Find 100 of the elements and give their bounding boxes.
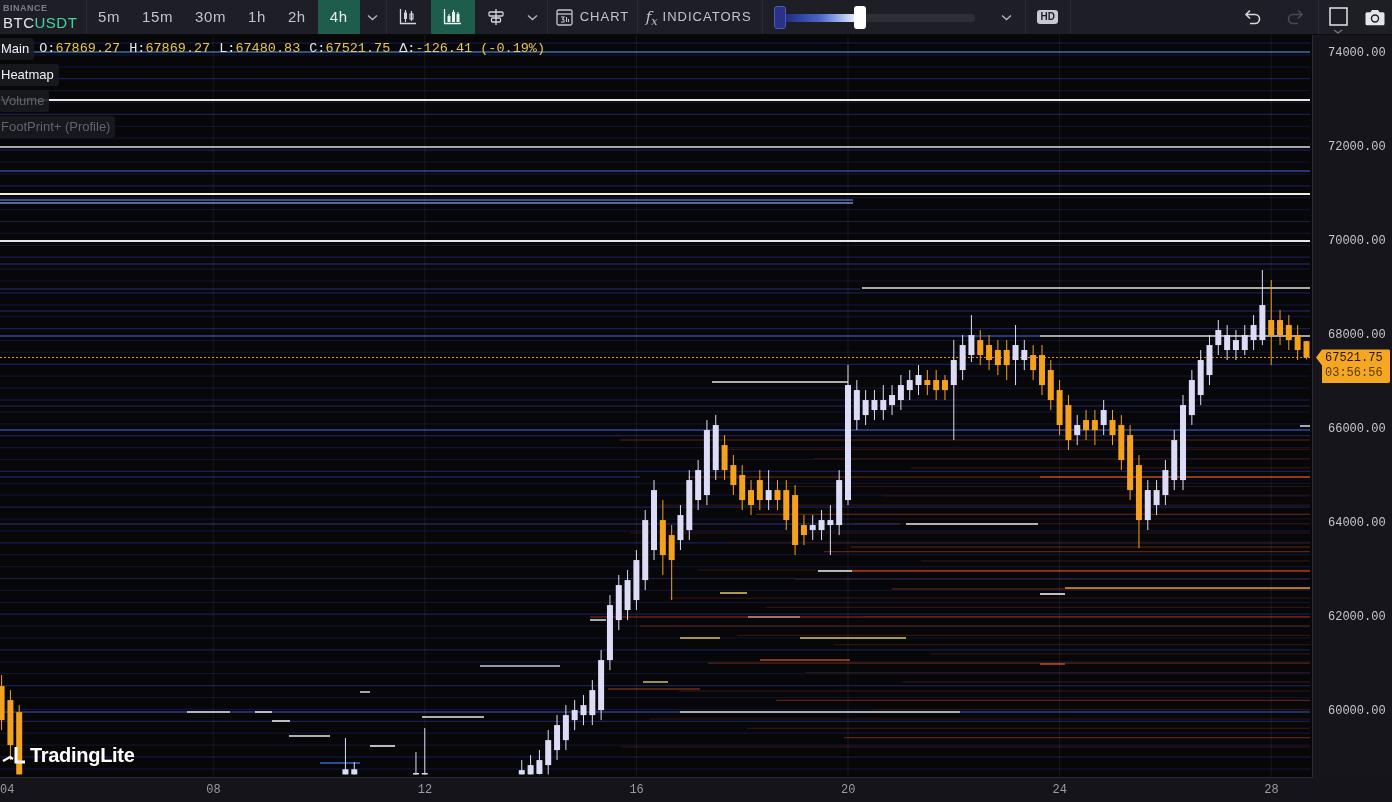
falling-candle [924, 369, 931, 396]
price-label: 70000.00 [1328, 234, 1386, 248]
falling-candle [783, 479, 790, 531]
timeframe-tab[interactable]: 5m [88, 0, 131, 34]
falling-candle [1294, 324, 1301, 361]
timeframe-tab[interactable]: 1h [238, 0, 276, 34]
rising-candle [624, 569, 631, 621]
camera-icon [1364, 8, 1385, 26]
timeframe-tab[interactable]: 30m [185, 0, 236, 34]
timeframe-tab[interactable]: 15m [132, 0, 184, 34]
layer-label[interactable]: Main [0, 38, 35, 60]
logo-text: TradingLite [30, 743, 135, 768]
rising-candle [906, 369, 913, 401]
falling-candle [1065, 394, 1072, 451]
exchange-label: BINANCE [3, 2, 48, 13]
rising-candle [853, 379, 860, 431]
rising-candle [633, 549, 640, 611]
timeframe-tab[interactable]: 4h [317, 0, 360, 34]
rising-candle [1171, 429, 1178, 491]
rising-candle [1153, 479, 1160, 516]
square-icon [1328, 6, 1348, 26]
countdown-timer: 03:56:56 [1325, 366, 1384, 382]
indicators-button[interactable]: f$_{x}$ INDICATORS [637, 0, 762, 34]
hd-toggle[interactable]: HD [1037, 10, 1058, 24]
falling-candle [1109, 409, 1116, 446]
chart-style-button[interactable] [430, 0, 475, 34]
rising-candle [880, 384, 887, 421]
price-label: 62000.00 [1328, 609, 1386, 624]
price-label: 66000.00 [1328, 422, 1386, 436]
slider-handle[interactable] [773, 5, 786, 29]
logo-icon [2, 745, 28, 765]
rising-candle [615, 574, 622, 631]
falling-candle [1039, 344, 1045, 396]
rising-candle [1188, 369, 1195, 426]
rising-candle [1250, 314, 1257, 351]
price-label: 74000.00 [1328, 46, 1386, 60]
current-price-label: 67521.75 [1325, 351, 1384, 367]
rising-candle [827, 504, 834, 556]
falling-candle [1047, 359, 1054, 411]
falling-candle [1303, 340, 1310, 360]
rising-candle [862, 389, 869, 426]
falling-candle [1118, 414, 1125, 471]
function-icon: f$_{x}$ [645, 9, 658, 25]
rising-candle [1241, 324, 1248, 356]
rising-candle [536, 749, 543, 775]
ohlc-value: O:67869.27 [39, 39, 121, 58]
rising-candle [871, 389, 878, 421]
rising-candle [1162, 459, 1169, 506]
falling-candle [1003, 339, 1010, 381]
rising-candle [571, 699, 578, 731]
rising-candle [836, 469, 843, 536]
candlestick-icon [399, 8, 419, 26]
falling-candle [730, 454, 737, 496]
falling-candle [739, 464, 746, 511]
symbol-label[interactable]: BTCUSDT [3, 12, 78, 32]
price-label: 72000.00 [1328, 140, 1386, 154]
ohlc-value: L:67480.83 [219, 39, 301, 58]
rising-candle [580, 694, 587, 726]
slider-handle[interactable] [853, 5, 866, 29]
price-label: 60000.00 [1328, 703, 1386, 718]
rising-candle [412, 751, 419, 775]
date-label: 08 [206, 783, 221, 797]
rising-candle [1197, 349, 1204, 406]
falling-candle [774, 479, 781, 511]
rising-candle [968, 314, 975, 363]
rising-candle [351, 761, 358, 775]
falling-candle [977, 329, 984, 366]
rising-candle [342, 737, 349, 775]
date-label: 12 [417, 783, 433, 797]
rising-candle [959, 334, 966, 381]
calendar-icon [555, 8, 573, 26]
rising-candle [1144, 479, 1151, 531]
timeframe-tab[interactable]: 2h [277, 0, 316, 34]
rising-candle [518, 759, 525, 775]
rising-candle [1012, 324, 1019, 386]
chevron-down-icon [527, 13, 539, 21]
falling-candle [1030, 344, 1037, 381]
chart-button[interactable]: CHART [547, 0, 637, 34]
horizontal-bars-icon [487, 8, 507, 26]
price-label: 64000.00 [1328, 516, 1386, 530]
rising-candle [712, 414, 719, 481]
rising-candle [915, 364, 922, 396]
rising-candle [818, 509, 825, 541]
price-label: 68000.00 [1328, 328, 1386, 342]
falling-candle [7, 689, 14, 761]
rising-candle [1021, 339, 1028, 371]
rising-candle [1100, 399, 1107, 436]
date-label: 04 [0, 783, 15, 797]
ohlc-value: Δ:-126.41 (-0.19%) [399, 39, 546, 58]
rising-candle [686, 469, 693, 541]
falling-candle [16, 704, 23, 775]
falling-candle [0, 674, 5, 731]
rising-candle [545, 729, 552, 775]
chevron-down-icon [1001, 13, 1013, 21]
date-label: 24 [1052, 783, 1067, 797]
falling-candle [721, 434, 728, 481]
layer-label[interactable]: Heatmap [0, 64, 59, 86]
bar-chart-icon [443, 8, 463, 26]
rising-candle [1074, 414, 1081, 446]
date-label: 28 [1264, 783, 1279, 797]
